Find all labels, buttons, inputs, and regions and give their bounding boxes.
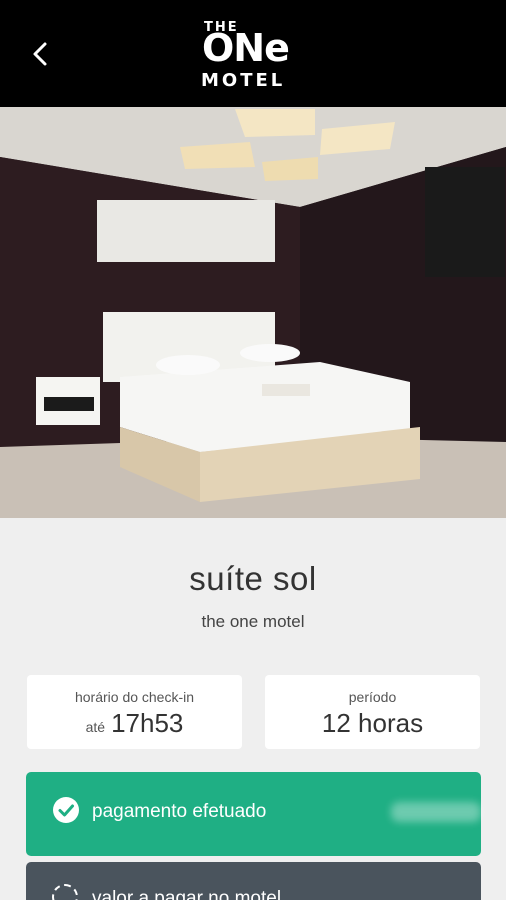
checkin-card: horário do check-in até 17h53 <box>27 675 242 749</box>
payment-status-banner[interactable]: pagamento efetuado <box>26 772 481 856</box>
checkin-prefix: até <box>85 719 106 735</box>
brand-logo: THE ONe MOTEL <box>196 14 310 94</box>
checkin-label: horário do check-in <box>74 689 195 705</box>
suite-photo <box>0 107 506 518</box>
period-value: 12 horas <box>321 708 424 738</box>
checkin-time: 17h53 <box>111 708 184 738</box>
check-circle-icon <box>53 797 79 823</box>
payment-status-label: pagamento efetuado <box>92 801 267 822</box>
amount-due-banner[interactable]: valor a pagar no motel <box>26 862 481 900</box>
period-card: período 12 horas <box>265 675 480 749</box>
amount-due-label: valor a pagar no motel <box>92 888 282 900</box>
motel-name: the one motel <box>201 612 305 631</box>
back-arrow-icon[interactable] <box>27 38 55 70</box>
logo-text-one: ONe <box>202 26 290 70</box>
checkin-value: até 17h53 <box>27 708 242 739</box>
logo-text-motel: MOTEL <box>201 70 286 91</box>
blurred-amount <box>391 802 481 822</box>
period-label: período <box>348 689 397 705</box>
pending-circle-icon <box>52 884 78 900</box>
suite-title: suíte sol <box>189 560 317 597</box>
app-header: THE ONe MOTEL <box>0 0 506 107</box>
